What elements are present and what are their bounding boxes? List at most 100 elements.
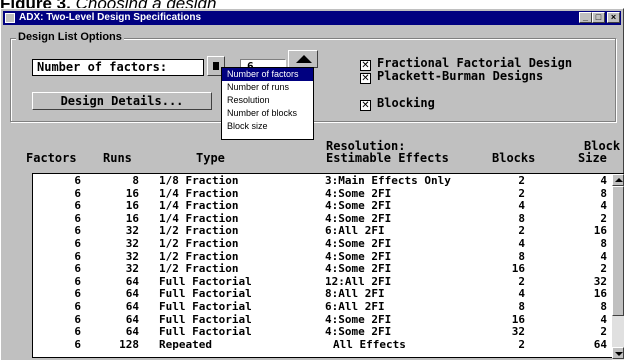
cell-resolution: 4:Some 2FI xyxy=(325,211,392,225)
cell-block-size: 4 xyxy=(600,199,607,213)
cell-block-size: 4 xyxy=(600,312,607,326)
table-row[interactable]: 6 128 Repeated All Effects 2 64 xyxy=(33,337,613,351)
cell-block-size: 8 xyxy=(600,237,607,250)
cell-blocks: 8 xyxy=(518,300,525,313)
cell-blocks: 2 xyxy=(518,186,525,200)
menu-item-number-of-blocks[interactable]: Number of blocks xyxy=(222,107,313,120)
increment-button[interactable] xyxy=(288,50,318,68)
cell-resolution: 4:Some 2FI xyxy=(325,312,392,326)
sort-dropdown-menu: Number of factors Number of runs Resolut… xyxy=(221,67,314,140)
cell-type: 1/4 Fraction xyxy=(159,199,239,213)
cell-block-size: 2 xyxy=(600,262,607,276)
cell-runs: 16 xyxy=(125,186,139,200)
cell-resolution: 3:Main Effects Only xyxy=(325,174,451,187)
cell-blocks: 8 xyxy=(518,211,525,225)
cell-resolution: All Effects xyxy=(333,337,406,351)
cell-runs: 32 xyxy=(125,224,139,238)
cell-factors: 6 xyxy=(74,274,81,288)
cell-block-size: 2 xyxy=(600,325,607,339)
title-bar[interactable]: ADX: Two-Level Design Specifications _ □… xyxy=(3,11,621,25)
cell-factors: 6 xyxy=(74,300,81,313)
cell-resolution: 4:Some 2FI xyxy=(325,237,392,250)
cell-runs: 32 xyxy=(125,249,139,263)
cell-runs: 16 xyxy=(125,211,139,225)
cell-resolution: 6:All 2FI xyxy=(325,224,385,238)
cell-factors: 6 xyxy=(74,312,81,326)
cell-resolution: 4:Some 2FI xyxy=(325,325,392,339)
cell-factors: 6 xyxy=(74,186,81,200)
minimize-button[interactable]: _ xyxy=(579,12,592,23)
cell-resolution: 12:All 2FI xyxy=(325,274,392,288)
cell-block-size: 4 xyxy=(600,249,607,263)
table-row[interactable]: 6 8 1/8 Fraction 3:Main Effects Only 2 4 xyxy=(33,174,613,187)
cell-blocks: 2 xyxy=(518,224,525,238)
cell-runs: 32 xyxy=(125,262,139,276)
cell-blocks: 4 xyxy=(518,237,525,250)
column-header-type: Type xyxy=(196,151,225,165)
table-row[interactable]: 6 64 Full Factorial 6:All 2FI 8 8 xyxy=(33,300,613,313)
cell-block-size: 2 xyxy=(600,211,607,225)
menu-item-number-of-runs[interactable]: Number of runs xyxy=(222,81,313,94)
plackett-burman-checkbox[interactable]: ✕ Plackett-Burman Designs xyxy=(360,70,543,84)
blocking-label: Blocking xyxy=(377,96,435,110)
cell-factors: 6 xyxy=(74,199,81,213)
cell-runs: 64 xyxy=(125,300,139,313)
table-row[interactable]: 6 16 1/4 Fraction 4:Some 2FI 2 8 xyxy=(33,186,613,200)
cell-resolution: 8:All 2FI xyxy=(325,287,385,301)
design-details-button[interactable]: Design Details... xyxy=(32,92,212,110)
cell-resolution: 6:All 2FI xyxy=(325,300,385,313)
cell-type: Full Factorial xyxy=(159,312,252,326)
cell-runs: 64 xyxy=(125,287,139,301)
cell-resolution: 4:Some 2FI xyxy=(325,199,392,213)
maximize-button[interactable]: □ xyxy=(592,12,605,23)
cell-runs: 32 xyxy=(125,237,139,250)
cell-factors: 6 xyxy=(74,337,81,351)
scroll-down-button[interactable] xyxy=(612,347,624,359)
menu-item-number-of-factors[interactable]: Number of factors xyxy=(222,68,313,81)
cell-blocks: 16 xyxy=(511,262,525,276)
checkbox-check-icon: ✕ xyxy=(360,73,371,84)
table-row[interactable]: 6 64 Full Factorial 12:All 2FI 2 32 xyxy=(33,274,613,288)
cell-runs: 64 xyxy=(125,274,139,288)
window-title: ADX: Two-Level Design Specifications xyxy=(19,12,202,23)
table-row[interactable]: 6 64 Full Factorial 4:Some 2FI 32 2 xyxy=(33,325,613,339)
scroll-up-button[interactable] xyxy=(612,174,624,186)
table-row[interactable]: 6 64 Full Factorial 4:Some 2FI 16 4 xyxy=(33,312,613,326)
vertical-scrollbar[interactable] xyxy=(612,174,624,360)
cell-type: Full Factorial xyxy=(159,325,252,339)
table-row[interactable]: 6 16 1/4 Fraction 4:Some 2FI 4 4 xyxy=(33,199,613,213)
cell-resolution: 4:Some 2FI xyxy=(325,262,392,276)
column-header-estimable-effects: Estimable Effects xyxy=(326,151,449,165)
cell-type: Full Factorial xyxy=(159,300,252,313)
menu-item-block-size[interactable]: Block size xyxy=(222,120,313,133)
scroll-up-icon xyxy=(615,178,623,182)
table-row[interactable]: 6 16 1/4 Fraction 4:Some 2FI 8 2 xyxy=(33,211,613,225)
column-header-blocks: Blocks xyxy=(492,151,536,165)
cell-blocks: 2 xyxy=(518,174,525,187)
table-row[interactable]: 6 32 1/2 Fraction 4:Some 2FI 4 8 xyxy=(33,237,613,250)
cell-runs: 128 xyxy=(119,337,139,351)
table-row[interactable]: 6 32 1/2 Fraction 4:Some 2FI 16 2 xyxy=(33,262,613,276)
plackett-burman-label: Plackett-Burman Designs xyxy=(377,69,544,83)
table-row[interactable]: 6 32 1/2 Fraction 4:Some 2FI 8 4 xyxy=(33,249,613,263)
cell-type: 1/4 Fraction xyxy=(159,186,239,200)
cell-block-size: 8 xyxy=(600,186,607,200)
sort-by-field[interactable]: Number of factors: xyxy=(32,59,204,76)
cell-factors: 6 xyxy=(74,287,81,301)
table-row[interactable]: 6 64 Full Factorial 8:All 2FI 4 16 xyxy=(33,287,613,301)
cell-block-size: 8 xyxy=(600,300,607,313)
cell-factors: 6 xyxy=(74,211,81,225)
cell-runs: 8 xyxy=(132,174,139,187)
close-button[interactable]: × xyxy=(607,12,620,23)
cell-runs: 16 xyxy=(125,199,139,213)
menu-item-resolution[interactable]: Resolution xyxy=(222,94,313,107)
cell-blocks: 2 xyxy=(518,274,525,288)
column-header-factors: Factors xyxy=(26,151,77,165)
design-list[interactable]: 6 8 1/8 Fraction 3:Main Effects Only 2 4 6 16 1/… xyxy=(32,173,624,358)
blocking-checkbox[interactable]: ✕ Blocking xyxy=(360,97,435,111)
cell-block-size: 4 xyxy=(600,174,607,187)
table-row[interactable]: 6 32 1/2 Fraction 6:All 2FI 2 16 xyxy=(33,224,613,238)
column-header-runs: Runs xyxy=(103,151,132,165)
cell-blocks: 32 xyxy=(511,325,525,339)
scroll-thumb[interactable] xyxy=(612,186,624,316)
